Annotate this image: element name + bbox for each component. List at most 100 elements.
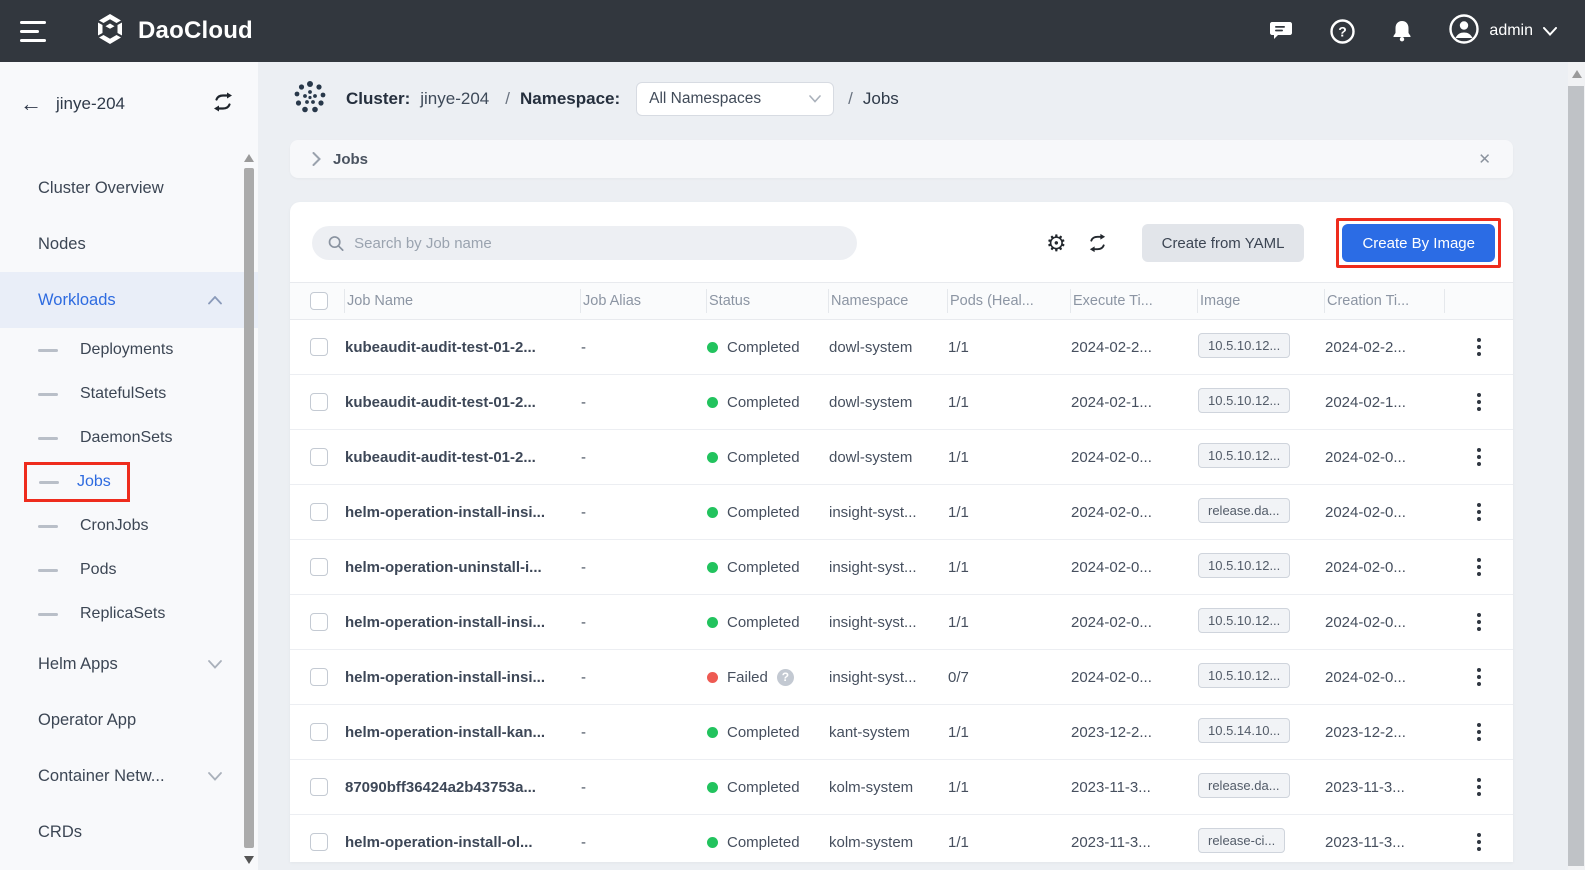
chat-icon[interactable] <box>1269 18 1295 44</box>
status-badge: Completed <box>727 834 800 851</box>
row-checkbox[interactable] <box>310 503 328 521</box>
column-image[interactable]: Image <box>1198 289 1325 313</box>
sidebar-cluster-name: jinye-204 <box>56 94 212 114</box>
bell-icon[interactable] <box>1389 18 1415 44</box>
sidebar-item-statefulsets[interactable]: StatefulSets <box>0 372 258 416</box>
user-menu[interactable]: admin <box>1449 14 1557 49</box>
kebab-menu-icon[interactable] <box>1468 444 1490 470</box>
kebab-menu-icon[interactable] <box>1468 554 1490 580</box>
kebab-menu-icon[interactable] <box>1468 334 1490 360</box>
job-name-link[interactable]: helm-operation-install-insi... <box>345 504 581 521</box>
image-badge: 10.5.10.12... <box>1198 443 1290 468</box>
row-checkbox[interactable] <box>310 833 328 851</box>
row-checkbox[interactable] <box>310 723 328 741</box>
create-from-yaml-button[interactable]: Create from YAML <box>1142 224 1305 262</box>
job-name-link[interactable]: helm-operation-install-ol... <box>345 834 581 851</box>
sidebar-scrollbar[interactable] <box>244 154 255 864</box>
kebab-menu-icon[interactable] <box>1468 609 1490 635</box>
row-checkbox[interactable] <box>310 778 328 796</box>
kebab-menu-icon[interactable] <box>1468 774 1490 800</box>
actions-cell <box>1445 334 1513 360</box>
status-dot-icon <box>707 562 718 573</box>
column-namespace[interactable]: Namespace <box>829 289 948 313</box>
help-icon[interactable]: ? <box>1329 18 1355 44</box>
kebab-menu-icon[interactable] <box>1468 719 1490 745</box>
kebab-menu-icon[interactable] <box>1468 499 1490 525</box>
job-name-link[interactable]: kubeaudit-audit-test-01-2... <box>345 394 581 411</box>
tab-jobs[interactable]: Jobs <box>333 151 368 168</box>
job-name-link[interactable]: helm-operation-install-insi... <box>345 614 581 631</box>
chevron-right-icon <box>312 152 321 166</box>
column-actions <box>1445 289 1513 313</box>
sidebar-item-container-netw[interactable]: Container Netw... <box>0 748 258 804</box>
sidebar: ← jinye-204 Cluster OverviewNodesWorkloa… <box>0 62 258 870</box>
image-badge: 10.5.14.10... <box>1198 718 1290 743</box>
page-scrollbar[interactable] <box>1568 62 1585 870</box>
row-checkbox[interactable] <box>310 558 328 576</box>
column-status[interactable]: Status <box>707 289 829 313</box>
kebab-menu-icon[interactable] <box>1468 389 1490 415</box>
row-checkbox[interactable] <box>310 448 328 466</box>
job-name-link[interactable]: helm-operation-uninstall-i... <box>345 559 581 576</box>
menu-icon[interactable] <box>20 21 50 42</box>
scrollbar-thumb[interactable] <box>244 168 254 848</box>
dash-icon <box>38 349 58 352</box>
job-name-link[interactable]: kubeaudit-audit-test-01-2... <box>345 449 581 466</box>
settings-gear-icon[interactable]: ⚙ <box>1046 232 1067 255</box>
column-creation-time[interactable]: Creation Ti... <box>1325 289 1445 313</box>
cluster-dots-icon <box>292 79 328 120</box>
search-input[interactable] <box>354 235 841 252</box>
namespace-select[interactable]: All Namespaces <box>636 82 834 116</box>
refresh-icon[interactable] <box>1087 233 1108 253</box>
status-cell: Completed <box>707 834 829 851</box>
row-checkbox[interactable] <box>310 668 328 686</box>
create-by-image-button[interactable]: Create By Image <box>1342 224 1495 262</box>
sidebar-item-daemonsets[interactable]: DaemonSets <box>0 416 258 460</box>
job-name-link[interactable]: 87090bff36424a2b43753a... <box>345 779 581 796</box>
sidebar-item-deployments[interactable]: Deployments <box>0 328 258 372</box>
close-icon[interactable]: ✕ <box>1478 150 1491 168</box>
column-pods[interactable]: Pods (Heal... <box>948 289 1071 313</box>
actions-cell <box>1445 609 1513 635</box>
scroll-down-icon[interactable] <box>244 856 254 864</box>
column-job-alias[interactable]: Job Alias <box>581 289 707 313</box>
search-icon <box>328 235 344 252</box>
sidebar-item-cronjobs[interactable]: CronJobs <box>0 504 258 548</box>
sidebar-item-pods[interactable]: Pods <box>0 548 258 592</box>
column-execute-time[interactable]: Execute Ti... <box>1071 289 1198 313</box>
row-checkbox[interactable] <box>310 338 328 356</box>
sidebar-item-workloads[interactable]: Workloads <box>0 272 258 328</box>
job-name-link[interactable]: helm-operation-install-insi... <box>345 669 581 686</box>
column-job-name[interactable]: Job Name <box>345 289 581 313</box>
scroll-up-icon[interactable] <box>1572 70 1582 78</box>
sidebar-item-helm-apps[interactable]: Helm Apps <box>0 636 258 692</box>
kebab-menu-icon[interactable] <box>1468 664 1490 690</box>
sidebar-item-cluster-overview[interactable]: Cluster Overview <box>0 160 258 216</box>
back-arrow-icon[interactable]: ← <box>20 91 42 117</box>
image-cell: 10.5.10.12... <box>1198 663 1325 692</box>
status-help-icon[interactable]: ? <box>777 669 794 686</box>
namespace-value: kant-system <box>829 724 948 741</box>
row-checkbox[interactable] <box>310 613 328 631</box>
sidebar-item-label: Deployments <box>80 341 173 359</box>
scrollbar-thumb[interactable] <box>1568 86 1584 866</box>
sidebar-refresh-icon[interactable] <box>212 92 234 117</box>
sidebar-item-nodes[interactable]: Nodes <box>0 216 258 272</box>
job-name-link[interactable]: kubeaudit-audit-test-01-2... <box>345 339 581 356</box>
sidebar-item-label: Pods <box>80 561 116 579</box>
sidebar-item-jobs[interactable]: Jobs <box>0 460 258 504</box>
sidebar-item-operator-app[interactable]: Operator App <box>0 692 258 748</box>
search-box[interactable] <box>312 226 857 260</box>
select-all-checkbox[interactable] <box>310 292 328 310</box>
sidebar-item-crds[interactable]: CRDs <box>0 804 258 860</box>
sidebar-item-replicasets[interactable]: ReplicaSets <box>0 592 258 636</box>
pods-value: 1/1 <box>948 504 1071 521</box>
namespace-value: dowl-system <box>829 449 948 466</box>
separator: / <box>505 89 510 109</box>
kebab-menu-icon[interactable] <box>1468 829 1490 855</box>
status-badge: Failed <box>727 669 768 686</box>
brand[interactable]: DaoCloud <box>92 11 253 52</box>
scroll-up-icon[interactable] <box>244 154 254 162</box>
row-checkbox[interactable] <box>310 393 328 411</box>
job-name-link[interactable]: helm-operation-install-kan... <box>345 724 581 741</box>
